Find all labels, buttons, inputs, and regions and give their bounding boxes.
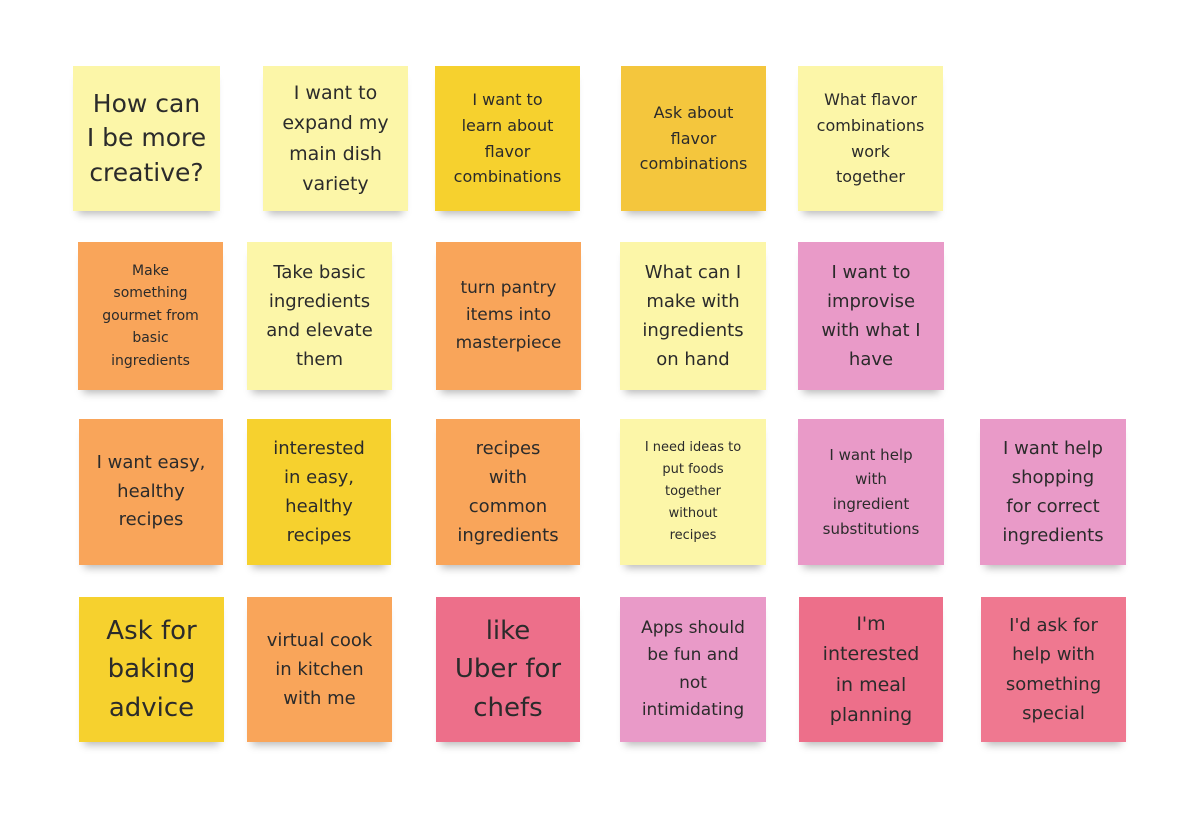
- sticky-note-text: Ask about flavor combinations: [639, 103, 748, 174]
- sticky-note-text: I want to expand my main dish variety: [282, 81, 389, 195]
- sticky-note-ingredient-substitutions[interactable]: I want help with ingredient substitution…: [798, 419, 944, 565]
- sticky-note-expand-main-dish[interactable]: I want to expand my main dish variety: [263, 66, 408, 211]
- sticky-note-easy-healthy-recipes[interactable]: I want easy, healthy recipes: [79, 419, 223, 565]
- sticky-note-pantry-masterpiece[interactable]: turn pantry items into masterpiece: [436, 242, 581, 390]
- sticky-note-text: I'd ask for help with something special: [1005, 615, 1102, 724]
- sticky-note-text: I want help with ingredient substitution…: [822, 445, 920, 538]
- sticky-note-text: like Uber for chefs: [454, 615, 562, 723]
- sticky-note-baking-advice[interactable]: Ask for baking advice: [79, 597, 224, 742]
- sticky-note-text: interested in easy, healthy recipes: [273, 437, 365, 547]
- sticky-note-text: I want to learn about flavor combination…: [453, 90, 562, 187]
- sticky-note-ingredients-on-hand[interactable]: What can I make with ingredients on hand: [620, 242, 766, 390]
- sticky-note-text: I'm interested in meal planning: [822, 613, 920, 726]
- sticky-note-text: Ask for baking advice: [106, 615, 197, 723]
- sticky-note-gourmet-basic-ingredients[interactable]: Make something gourmet from basic ingred…: [78, 242, 223, 390]
- sticky-note-be-more-creative[interactable]: How can I be more creative?: [73, 66, 220, 211]
- sticky-note-elevate-basic-ingredients[interactable]: Take basic ingredients and elevate them: [247, 242, 392, 390]
- sticky-note-text: I want easy, healthy recipes: [96, 451, 206, 531]
- sticky-note-text: I want to improvise with what I have: [821, 261, 921, 371]
- sticky-note-text: turn pantry items into masterpiece: [455, 278, 562, 353]
- sticky-note-interested-easy-healthy[interactable]: interested in easy, healthy recipes: [247, 419, 391, 565]
- sticky-note-text: What can I make with ingredients on hand: [642, 261, 744, 371]
- sticky-note-text: Apps should be fun and not intimidating: [641, 618, 745, 720]
- sticky-note-ask-flavor-combinations[interactable]: Ask about flavor combinations: [621, 66, 766, 211]
- sticky-note-text: How can I be more creative?: [86, 88, 207, 187]
- sticky-note-text: I need ideas to put foods together witho…: [644, 439, 742, 544]
- sticky-note-ideas-without-recipes[interactable]: I need ideas to put foods together witho…: [620, 419, 766, 565]
- sticky-note-text: recipes with common ingredients: [457, 437, 559, 547]
- sticky-note-shopping-correct-ingredients[interactable]: I want help shopping for correct ingredi…: [980, 419, 1126, 565]
- sticky-note-text: virtual cook in kitchen with me: [266, 629, 373, 710]
- sticky-note-flavor-combinations-work[interactable]: What flavor combinations work together: [798, 66, 943, 211]
- sticky-note-common-ingredients[interactable]: recipes with common ingredients: [436, 419, 580, 565]
- sticky-note-learn-flavor-combinations[interactable]: I want to learn about flavor combination…: [435, 66, 580, 211]
- sticky-note-text: Take basic ingredients and elevate them: [266, 261, 373, 371]
- sticky-note-meal-planning[interactable]: I'm interested in meal planning: [799, 597, 943, 742]
- sticky-note-text: I want help shopping for correct ingredi…: [1002, 437, 1104, 547]
- sticky-note-improvise[interactable]: I want to improvise with what I have: [798, 242, 944, 390]
- sticky-note-fun-not-intimidating[interactable]: Apps should be fun and not intimidating: [620, 597, 766, 742]
- sticky-note-text: Make something gourmet from basic ingred…: [102, 263, 199, 369]
- sticky-note-virtual-cook[interactable]: virtual cook in kitchen with me: [247, 597, 392, 742]
- sticky-note-uber-for-chefs[interactable]: like Uber for chefs: [436, 597, 580, 742]
- sticky-note-something-special[interactable]: I'd ask for help with something special: [981, 597, 1126, 742]
- sticky-note-text: What flavor combinations work together: [816, 90, 925, 187]
